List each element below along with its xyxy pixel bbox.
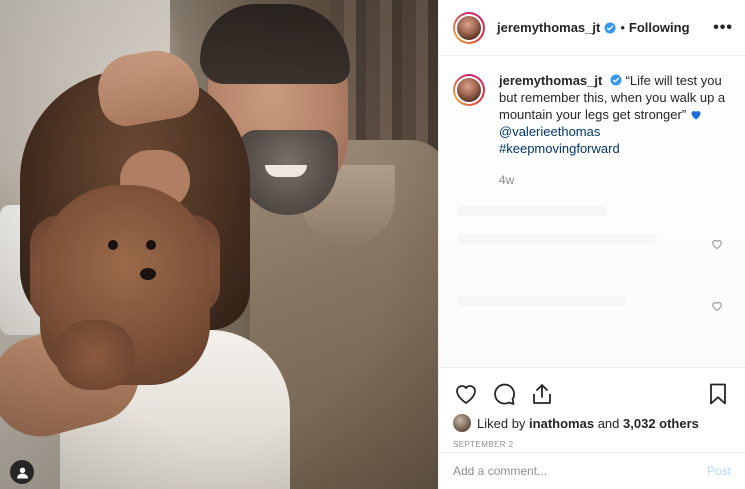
share-button[interactable] xyxy=(529,381,555,407)
following-button[interactable]: Following xyxy=(629,20,690,35)
post-actions: Liked by inathomas and 3,032 others SEPT… xyxy=(439,367,745,449)
post-comment-button[interactable]: Post xyxy=(707,464,731,478)
liker-username-link[interactable]: inathomas xyxy=(529,416,594,431)
header-separator: • xyxy=(620,20,625,35)
likes-count-link[interactable]: 3,032 others xyxy=(623,416,699,431)
caption-timestamp: 4w xyxy=(499,173,515,187)
comment-like-heart-icon[interactable] xyxy=(711,238,723,250)
action-icons-row xyxy=(453,376,731,412)
comment-like-heart-icon[interactable] xyxy=(711,300,723,312)
share-icon xyxy=(533,384,551,404)
author-avatar[interactable] xyxy=(453,11,485,44)
faded-comment-line xyxy=(457,234,657,244)
caption-block: jeremythomas_jt “Life will test you but … xyxy=(439,56,745,157)
caption-avatar[interactable] xyxy=(453,74,485,106)
post-side-panel: jeremythomas_jt • Following ••• jeremyth… xyxy=(438,0,745,489)
author-username-link[interactable]: jeremythomas_jt xyxy=(497,20,600,35)
caption-username-link[interactable]: jeremythomas_jt xyxy=(499,73,602,88)
user-tag-button[interactable] xyxy=(10,460,34,484)
heart-icon xyxy=(456,385,476,405)
like-button[interactable] xyxy=(453,381,479,407)
caption-hashtag-link[interactable]: #keepmovingforward xyxy=(499,141,620,156)
photo-vignette xyxy=(0,0,438,489)
blue-heart-icon xyxy=(691,111,701,120)
user-tag-icon xyxy=(16,467,28,478)
likes-summary: Liked by inathomas and 3,032 others xyxy=(453,414,731,432)
save-button[interactable] xyxy=(705,381,731,407)
caption-mention-link[interactable]: @valerieethomas xyxy=(499,124,600,139)
post-date: SEPTEMBER 2 xyxy=(453,440,514,449)
comments-area[interactable]: jeremythomas_jt “Life will test you but … xyxy=(439,56,745,367)
likes-prefix: Liked by xyxy=(477,415,526,431)
comment-input[interactable] xyxy=(453,464,707,478)
verified-badge-icon xyxy=(604,22,616,33)
comment-button[interactable] xyxy=(491,381,517,407)
liker-avatar[interactable] xyxy=(453,414,471,432)
comment-bar: Post xyxy=(439,452,745,489)
comment-icon xyxy=(494,383,515,405)
caption-text-block: jeremythomas_jt “Life will test you but … xyxy=(499,72,729,157)
post-header: jeremythomas_jt • Following ••• xyxy=(439,0,745,56)
faded-comment-line xyxy=(457,206,607,216)
bookmark-icon xyxy=(710,383,726,405)
faded-comment-line xyxy=(457,296,627,306)
post-photo[interactable] xyxy=(0,0,438,489)
verified-badge-icon xyxy=(610,74,622,86)
more-options-button[interactable]: ••• xyxy=(713,19,733,37)
likes-joiner: and xyxy=(597,415,620,431)
